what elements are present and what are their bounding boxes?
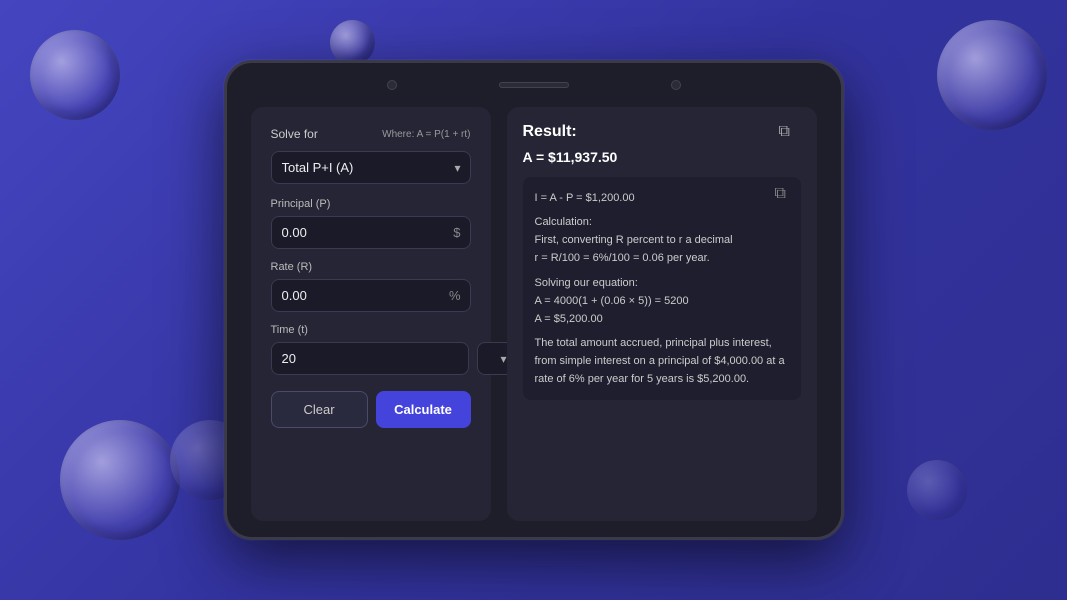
copy-result-icon[interactable]: ⧉: [779, 123, 801, 145]
principal-group: Principal (P) $: [271, 198, 471, 249]
rate-suffix: %: [449, 288, 461, 303]
result-detail-line2: Calculation:First, converting R percent …: [535, 213, 789, 267]
principal-label: Principal (P): [271, 198, 471, 210]
decorative-sphere-1: [30, 30, 120, 120]
decorative-sphere-6: [907, 460, 967, 520]
tablet-speaker-right: [671, 80, 681, 90]
tablet-speaker: [499, 82, 569, 88]
result-title: Result:: [523, 123, 577, 141]
button-row: Clear Calculate: [271, 391, 471, 428]
solve-for-select[interactable]: Total P+I (A) Principal (P) Rate (R) Tim…: [271, 151, 471, 184]
result-detail-line3: Solving our equation:A = 4000(1 + (0.06 …: [535, 274, 789, 328]
time-label: Time (t): [271, 324, 471, 336]
tablet-top-bar: [227, 63, 841, 107]
result-main-value: A = $11,937.50: [523, 149, 801, 165]
solve-for-wrapper: Total P+I (A) Principal (P) Rate (R) Tim…: [271, 151, 471, 184]
formula-label: Where: A = P(1 + rt): [382, 129, 470, 140]
tablet-camera: [387, 80, 397, 90]
decorative-sphere-5: [937, 20, 1047, 130]
time-input[interactable]: [271, 342, 469, 375]
decorative-sphere-2: [330, 20, 375, 65]
result-detail-line1: I = A - P = $1,200.00: [535, 189, 789, 207]
principal-input-wrapper: $: [271, 216, 471, 249]
result-detail-line4: The total amount accrued, principal plus…: [535, 334, 789, 388]
tablet-device: Solve for Where: A = P(1 + rt) Total P+I…: [224, 60, 844, 540]
calculator-panel: Solve for Where: A = P(1 + rt) Total P+I…: [251, 107, 491, 521]
solve-for-label: Solve for: [271, 127, 318, 141]
copy-detail-icon[interactable]: ⧉: [775, 185, 793, 203]
time-group: Time (t) Years Months Days ▾: [271, 324, 471, 375]
time-input-wrapper: Years Months Days ▾: [271, 342, 471, 375]
tablet-content: Solve for Where: A = P(1 + rt) Total P+I…: [227, 107, 841, 537]
rate-input[interactable]: [271, 279, 471, 312]
rate-input-wrapper: %: [271, 279, 471, 312]
principal-input[interactable]: [271, 216, 471, 249]
solve-for-header: Solve for Where: A = P(1 + rt): [271, 127, 471, 141]
decorative-sphere-3: [60, 420, 180, 540]
result-header: Result: ⧉: [523, 123, 801, 145]
rate-group: Rate (R) %: [271, 261, 471, 312]
clear-button[interactable]: Clear: [271, 391, 368, 428]
result-detail-box: ⧉ I = A - P = $1,200.00 Calculation:Firs…: [523, 177, 801, 400]
calculate-button[interactable]: Calculate: [376, 391, 471, 428]
principal-suffix: $: [453, 225, 460, 240]
result-panel: Result: ⧉ A = $11,937.50 ⧉ I = A - P = $…: [507, 107, 817, 521]
rate-label: Rate (R): [271, 261, 471, 273]
result-detail-text: I = A - P = $1,200.00 Calculation:First,…: [535, 189, 789, 388]
